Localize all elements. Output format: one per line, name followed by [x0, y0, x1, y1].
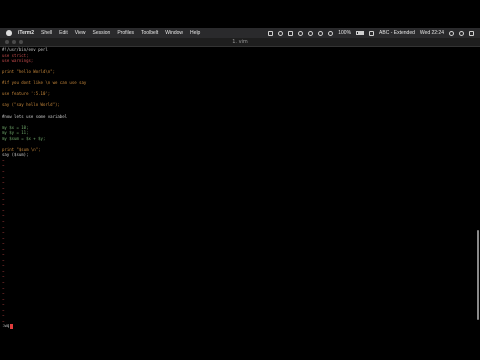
wifi-icon[interactable] [318, 30, 324, 36]
siri-icon[interactable] [459, 30, 464, 36]
cursor [10, 323, 14, 329]
notification-center-icon[interactable] [469, 30, 474, 36]
scrollbar[interactable] [477, 230, 479, 320]
window-titlebar: 1. vim [0, 38, 480, 47]
menu-app[interactable]: iTerm2 [18, 30, 34, 36]
menu-shell[interactable]: Shell [41, 30, 52, 36]
menu-edit[interactable]: Edit [59, 30, 68, 36]
vim-buffer[interactable]: #!/usr/bin/env perl use strict; use warnin… [0, 47, 478, 330]
cloud-icon[interactable] [278, 30, 284, 36]
dropbox-icon[interactable] [268, 30, 274, 36]
screen: iTerm2 Shell Edit View Session Profiles … [0, 0, 480, 360]
bluetooth-icon[interactable] [308, 30, 314, 36]
window-title: 1. vim [232, 39, 248, 45]
apple-icon[interactable] [6, 30, 12, 36]
menu-toolbelt[interactable]: Toolbelt [141, 30, 158, 36]
command-text: :wq [2, 323, 10, 328]
volume-icon[interactable] [328, 30, 334, 36]
menu-session[interactable]: Session [93, 30, 111, 36]
battery-icon[interactable] [356, 31, 365, 35]
clock[interactable]: Wed 22:24 [420, 30, 444, 36]
timemachine-icon[interactable] [298, 30, 304, 36]
menu-profiles[interactable]: Profiles [117, 30, 134, 36]
spotlight-icon[interactable] [449, 30, 454, 36]
input-source[interactable]: ABC - Extended [379, 30, 415, 36]
menu-help[interactable]: Help [190, 30, 200, 36]
empty-line-marker: ~ [2, 318, 5, 324]
display-icon[interactable] [288, 30, 294, 36]
flag-icon[interactable] [369, 30, 375, 36]
menu-view[interactable]: View [75, 30, 86, 36]
status-area: 100% ABC - Extended Wed 22:24 [268, 28, 474, 38]
menu-bar: iTerm2 Shell Edit View Session Profiles … [0, 28, 480, 38]
vim-command-line[interactable]: :wq [2, 323, 14, 329]
battery-percent: 100% [338, 30, 352, 36]
menu-window[interactable]: Window [165, 30, 183, 36]
